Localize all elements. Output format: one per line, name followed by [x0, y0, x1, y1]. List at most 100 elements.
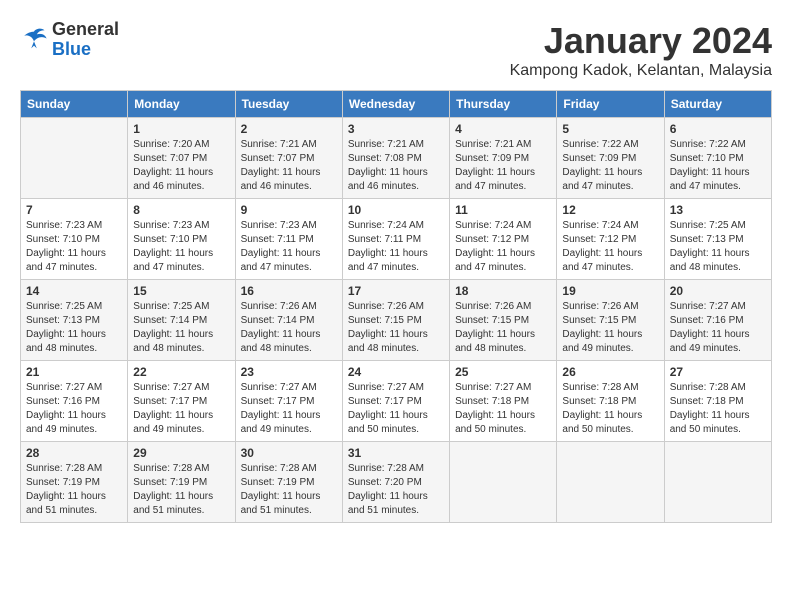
day-number: 8 — [133, 203, 229, 217]
day-number: 23 — [241, 365, 337, 379]
day-info: Sunrise: 7:27 AM Sunset: 7:17 PM Dayligh… — [133, 381, 229, 437]
daylight-text: Daylight: 11 hours and 48 minutes. — [133, 329, 213, 354]
sunset-text: Sunset: 7:13 PM — [26, 315, 100, 326]
sunset-text: Sunset: 7:15 PM — [348, 315, 422, 326]
calendar-week-row: 14 Sunrise: 7:25 AM Sunset: 7:13 PM Dayl… — [21, 280, 772, 361]
calendar-cell — [21, 118, 128, 199]
daylight-text: Daylight: 11 hours and 46 minutes. — [133, 167, 213, 192]
day-number: 26 — [562, 365, 658, 379]
daylight-text: Daylight: 11 hours and 47 minutes. — [348, 248, 428, 273]
day-number: 12 — [562, 203, 658, 217]
calendar-cell: 18 Sunrise: 7:26 AM Sunset: 7:15 PM Dayl… — [450, 280, 557, 361]
day-info: Sunrise: 7:28 AM Sunset: 7:19 PM Dayligh… — [26, 462, 122, 518]
day-number: 15 — [133, 284, 229, 298]
daylight-text: Daylight: 11 hours and 47 minutes. — [562, 167, 642, 192]
daylight-text: Daylight: 11 hours and 51 minutes. — [133, 491, 213, 516]
day-info: Sunrise: 7:24 AM Sunset: 7:11 PM Dayligh… — [348, 219, 444, 275]
day-info: Sunrise: 7:28 AM Sunset: 7:18 PM Dayligh… — [562, 381, 658, 437]
day-number: 13 — [670, 203, 766, 217]
calendar-cell: 9 Sunrise: 7:23 AM Sunset: 7:11 PM Dayli… — [235, 199, 342, 280]
day-info: Sunrise: 7:27 AM Sunset: 7:16 PM Dayligh… — [26, 381, 122, 437]
daylight-text: Daylight: 11 hours and 47 minutes. — [455, 167, 535, 192]
calendar-cell: 27 Sunrise: 7:28 AM Sunset: 7:18 PM Dayl… — [664, 361, 771, 442]
sunrise-text: Sunrise: 7:28 AM — [26, 463, 102, 474]
calendar-cell: 5 Sunrise: 7:22 AM Sunset: 7:09 PM Dayli… — [557, 118, 664, 199]
day-info: Sunrise: 7:28 AM Sunset: 7:19 PM Dayligh… — [133, 462, 229, 518]
calendar-cell: 15 Sunrise: 7:25 AM Sunset: 7:14 PM Dayl… — [128, 280, 235, 361]
day-info: Sunrise: 7:23 AM Sunset: 7:10 PM Dayligh… — [133, 219, 229, 275]
calendar-week-row: 1 Sunrise: 7:20 AM Sunset: 7:07 PM Dayli… — [21, 118, 772, 199]
sunset-text: Sunset: 7:10 PM — [670, 153, 744, 164]
calendar-cell: 8 Sunrise: 7:23 AM Sunset: 7:10 PM Dayli… — [128, 199, 235, 280]
sunrise-text: Sunrise: 7:27 AM — [455, 382, 531, 393]
day-info: Sunrise: 7:22 AM Sunset: 7:09 PM Dayligh… — [562, 138, 658, 194]
sunset-text: Sunset: 7:14 PM — [241, 315, 315, 326]
calendar-week-row: 21 Sunrise: 7:27 AM Sunset: 7:16 PM Dayl… — [21, 361, 772, 442]
logo-text: General Blue — [52, 20, 119, 60]
calendar-cell: 22 Sunrise: 7:27 AM Sunset: 7:17 PM Dayl… — [128, 361, 235, 442]
calendar-cell: 1 Sunrise: 7:20 AM Sunset: 7:07 PM Dayli… — [128, 118, 235, 199]
day-info: Sunrise: 7:26 AM Sunset: 7:14 PM Dayligh… — [241, 300, 337, 356]
sunset-text: Sunset: 7:17 PM — [241, 396, 315, 407]
daylight-text: Daylight: 11 hours and 51 minutes. — [348, 491, 428, 516]
sunrise-text: Sunrise: 7:27 AM — [670, 301, 746, 312]
sunrise-text: Sunrise: 7:23 AM — [26, 220, 102, 231]
day-info: Sunrise: 7:23 AM Sunset: 7:11 PM Dayligh… — [241, 219, 337, 275]
sunrise-text: Sunrise: 7:24 AM — [562, 220, 638, 231]
page-header: General Blue January 2024 Kampong Kadok,… — [20, 20, 772, 80]
sunrise-text: Sunrise: 7:27 AM — [26, 382, 102, 393]
sunrise-text: Sunrise: 7:23 AM — [133, 220, 209, 231]
daylight-text: Daylight: 11 hours and 48 minutes. — [455, 329, 535, 354]
sunrise-text: Sunrise: 7:26 AM — [455, 301, 531, 312]
calendar-cell: 16 Sunrise: 7:26 AM Sunset: 7:14 PM Dayl… — [235, 280, 342, 361]
day-info: Sunrise: 7:26 AM Sunset: 7:15 PM Dayligh… — [348, 300, 444, 356]
daylight-text: Daylight: 11 hours and 51 minutes. — [241, 491, 321, 516]
day-info: Sunrise: 7:24 AM Sunset: 7:12 PM Dayligh… — [455, 219, 551, 275]
sunset-text: Sunset: 7:10 PM — [133, 234, 207, 245]
calendar-cell: 21 Sunrise: 7:27 AM Sunset: 7:16 PM Dayl… — [21, 361, 128, 442]
calendar-cell: 13 Sunrise: 7:25 AM Sunset: 7:13 PM Dayl… — [664, 199, 771, 280]
sunrise-text: Sunrise: 7:27 AM — [241, 382, 317, 393]
sunset-text: Sunset: 7:11 PM — [348, 234, 421, 245]
daylight-text: Daylight: 11 hours and 50 minutes. — [455, 410, 535, 435]
sunset-text: Sunset: 7:18 PM — [670, 396, 744, 407]
day-number: 9 — [241, 203, 337, 217]
sunset-text: Sunset: 7:19 PM — [26, 477, 100, 488]
day-info: Sunrise: 7:21 AM Sunset: 7:07 PM Dayligh… — [241, 138, 337, 194]
calendar-cell: 19 Sunrise: 7:26 AM Sunset: 7:15 PM Dayl… — [557, 280, 664, 361]
sunset-text: Sunset: 7:16 PM — [670, 315, 744, 326]
header-sunday: Sunday — [21, 91, 128, 118]
sunrise-text: Sunrise: 7:20 AM — [133, 139, 209, 150]
day-number: 10 — [348, 203, 444, 217]
sunset-text: Sunset: 7:17 PM — [133, 396, 207, 407]
sunrise-text: Sunrise: 7:26 AM — [241, 301, 317, 312]
day-number: 2 — [241, 122, 337, 136]
day-info: Sunrise: 7:27 AM Sunset: 7:16 PM Dayligh… — [670, 300, 766, 356]
daylight-text: Daylight: 11 hours and 47 minutes. — [455, 248, 535, 273]
sunrise-text: Sunrise: 7:22 AM — [670, 139, 746, 150]
header-wednesday: Wednesday — [342, 91, 449, 118]
day-info: Sunrise: 7:23 AM Sunset: 7:10 PM Dayligh… — [26, 219, 122, 275]
daylight-text: Daylight: 11 hours and 49 minutes. — [562, 329, 642, 354]
calendar-cell: 31 Sunrise: 7:28 AM Sunset: 7:20 PM Dayl… — [342, 442, 449, 523]
sunrise-text: Sunrise: 7:27 AM — [133, 382, 209, 393]
sunset-text: Sunset: 7:12 PM — [455, 234, 529, 245]
day-info: Sunrise: 7:27 AM Sunset: 7:18 PM Dayligh… — [455, 381, 551, 437]
calendar-week-row: 28 Sunrise: 7:28 AM Sunset: 7:19 PM Dayl… — [21, 442, 772, 523]
sunrise-text: Sunrise: 7:28 AM — [348, 463, 424, 474]
daylight-text: Daylight: 11 hours and 47 minutes. — [562, 248, 642, 273]
day-number: 5 — [562, 122, 658, 136]
daylight-text: Daylight: 11 hours and 46 minutes. — [241, 167, 321, 192]
day-number: 17 — [348, 284, 444, 298]
calendar-cell: 12 Sunrise: 7:24 AM Sunset: 7:12 PM Dayl… — [557, 199, 664, 280]
day-number: 4 — [455, 122, 551, 136]
weekday-header-row: Sunday Monday Tuesday Wednesday Thursday… — [21, 91, 772, 118]
calendar-cell: 26 Sunrise: 7:28 AM Sunset: 7:18 PM Dayl… — [557, 361, 664, 442]
daylight-text: Daylight: 11 hours and 51 minutes. — [26, 491, 106, 516]
daylight-text: Daylight: 11 hours and 48 minutes. — [26, 329, 106, 354]
daylight-text: Daylight: 11 hours and 46 minutes. — [348, 167, 428, 192]
sunrise-text: Sunrise: 7:25 AM — [26, 301, 102, 312]
day-info: Sunrise: 7:25 AM Sunset: 7:13 PM Dayligh… — [670, 219, 766, 275]
calendar-cell: 3 Sunrise: 7:21 AM Sunset: 7:08 PM Dayli… — [342, 118, 449, 199]
sunrise-text: Sunrise: 7:28 AM — [241, 463, 317, 474]
